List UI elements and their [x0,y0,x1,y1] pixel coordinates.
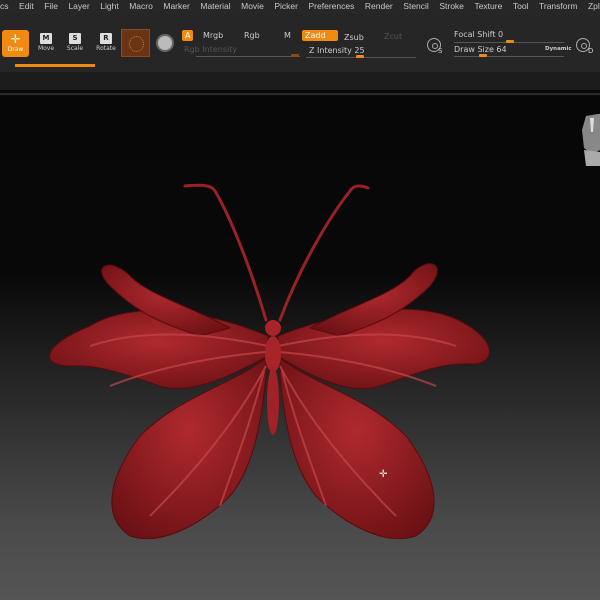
brush-cursor-icon: ✛ [379,469,388,480]
mrgb-button[interactable]: Mrgb [203,30,223,41]
rgb-intensity-slider[interactable] [196,56,300,57]
s-label: S [438,47,443,55]
butterfly-model [49,183,490,540]
menu-bar: cs Edit File Layer Light Macro Marker Material M… [0,0,600,14]
menu-item-movie[interactable]: Movie [241,0,264,14]
draw-icon: ✛ [10,32,21,46]
menu-item-transform[interactable]: Transform [539,0,577,14]
d-label: D [588,47,594,55]
move-label: Move [37,45,55,52]
z-intensity-knob[interactable] [356,55,364,58]
canvas-viewport[interactable]: ✛ [0,96,600,600]
toolbar: ✛ Draw M Move S Scale R Rotate A Mrgb Rgb M … [0,14,600,72]
divider [0,93,600,95]
menu-item-stencil[interactable]: Stencil [403,0,429,14]
menu-item-layer[interactable]: Layer [68,0,89,14]
zadd-button[interactable]: Zadd [302,30,338,41]
scale-icon: S [69,33,81,44]
menu-item-stroke[interactable]: Stroke [439,0,464,14]
draw-mode-indicator [15,64,95,67]
rotate-button[interactable]: R Rotate [92,31,120,57]
menu-item-material[interactable]: Material [200,0,230,14]
menu-item-zpl[interactable]: Zpl [588,0,600,14]
antennae [183,183,370,322]
draw-size-knob[interactable] [479,54,487,57]
focal-shift-label: Focal Shift 0 [454,30,504,39]
scale-label: Scale [66,45,84,52]
draw-size-slider[interactable] [454,56,564,57]
menu-item-light[interactable]: Light [100,0,118,14]
draw-button[interactable]: ✛ Draw [2,30,29,57]
zcut-button[interactable]: Zcut [384,31,402,42]
scale-button[interactable]: S Scale [61,31,89,57]
focal-shift-knob[interactable] [506,40,514,43]
a-button[interactable]: A [182,30,194,41]
tray-strip [0,72,600,90]
move-icon: M [40,33,52,44]
stroke-icon[interactable] [156,34,174,52]
dynamic-button[interactable]: Dynamic [545,44,572,55]
zsub-button[interactable]: Zsub [344,32,364,43]
menu-item-file[interactable]: File [44,0,58,14]
menu-item-preferences[interactable]: Preferences [309,0,355,14]
view-navigator-head-icon[interactable] [580,110,600,166]
rgb-intensity-label: Rgb Intensity [184,45,238,54]
rgb-intensity-knob[interactable] [291,54,299,57]
menu-item-picker[interactable]: Picker [274,0,298,14]
draw-label: Draw [7,46,24,53]
menu-item-edit[interactable]: Edit [19,0,34,14]
menu-item-render[interactable]: Render [365,0,393,14]
menu-item-macro[interactable]: Macro [129,0,153,14]
m-button[interactable]: M [284,30,291,41]
menu-item-texture[interactable]: Texture [474,0,502,14]
menu-item-cs[interactable]: cs [0,0,9,14]
menu-item-marker[interactable]: Marker [163,0,189,14]
move-button[interactable]: M Move [32,31,60,57]
rotate-icon: R [100,33,112,44]
rgb-button[interactable]: Rgb [244,30,260,41]
rotate-label: Rotate [96,45,116,52]
menu-item-tool[interactable]: Tool [513,0,529,14]
material-swatch[interactable] [121,29,150,57]
